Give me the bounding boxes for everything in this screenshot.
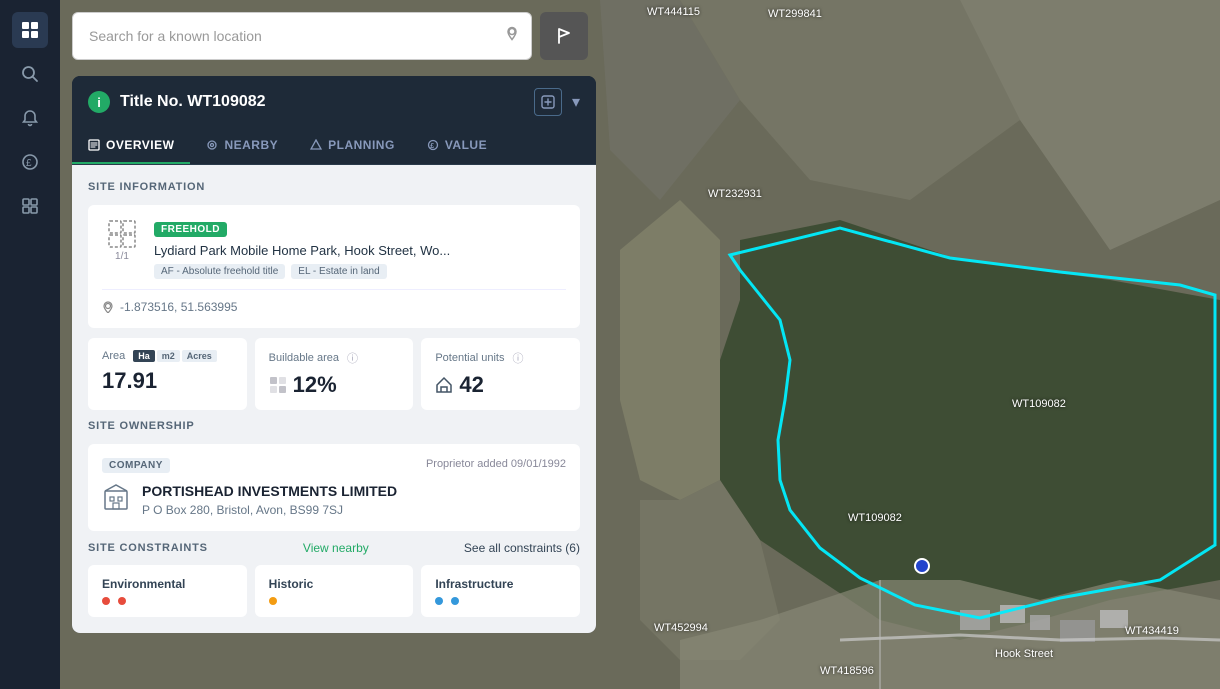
ownership-card: COMPANY Proprietor added 09/01/1992 PORT… (88, 444, 580, 531)
search-bar (72, 12, 588, 60)
unit-m2[interactable]: m2 (157, 350, 180, 362)
tab-value[interactable]: £ VALUE (411, 128, 503, 164)
potential-units-stat-card: Potential units ⓘ 42 (421, 338, 580, 410)
constraint-card-infrastructure: Infrastructure (421, 565, 580, 617)
search-input[interactable] (72, 12, 532, 60)
tab-planning[interactable]: PLANNING (294, 128, 411, 164)
see-all-constraints-link[interactable]: See all constraints (6) (464, 541, 580, 555)
location-pin-icon (504, 26, 520, 47)
value-tab-icon: £ (427, 139, 439, 151)
property-counter: 1/1 (115, 251, 129, 262)
buildable-label: Buildable area ⓘ (269, 350, 400, 366)
sidebar-item-pound[interactable]: £ (12, 144, 48, 180)
overview-tab-icon (88, 139, 100, 151)
tag-af: AF - Absolute freehold title (154, 264, 285, 279)
company-badge: COMPANY (102, 458, 170, 473)
sidebar-item-search[interactable] (12, 56, 48, 92)
unit-acres[interactable]: Acres (182, 350, 217, 362)
constraint-card-environmental: Environmental (88, 565, 247, 617)
buildable-pattern-icon (269, 376, 287, 394)
main-area: WT299841 WT232931 WT109082 WT109082 WT45… (60, 0, 1220, 689)
nearby-tab-icon (206, 139, 218, 151)
property-card-header: 1/1 FREEHOLD Lydiard Park Mobile Home Pa… (102, 219, 566, 279)
property-grid-icon (107, 219, 137, 249)
constraint-cards: Environmental Historic Infrastructure (88, 565, 580, 617)
company-building-icon (102, 483, 130, 511)
proprietor-date: Proprietor added 09/01/1992 (426, 458, 566, 470)
freehold-badge: FREEHOLD (154, 222, 227, 237)
unit-toggle: Ha m2 Acres (133, 350, 217, 362)
svg-text:£: £ (26, 158, 32, 169)
area-value: 17.91 (102, 368, 233, 394)
sidebar-item-bell[interactable] (12, 100, 48, 136)
tag-el: EL - Estate in land (291, 264, 386, 279)
view-nearby-link[interactable]: View nearby (303, 541, 369, 555)
site-ownership-title: SITE OWNERSHIP (88, 420, 580, 432)
ownership-header: COMPANY Proprietor added 09/01/1992 (102, 458, 566, 473)
panel-header: i Title No. WT109082 ▾ (72, 76, 596, 128)
buildable-value: 12% (269, 372, 400, 398)
sidebar-item-logo[interactable] (12, 12, 48, 48)
potential-units-label: Potential units ⓘ (435, 350, 566, 366)
ownership-body: PORTISHEAD INVESTMENTS LIMITED P O Box 2… (102, 483, 566, 517)
stats-row: Area Ha m2 Acres 17.91 Buildable area ⓘ (88, 338, 580, 410)
sidebar-item-grid[interactable] (12, 188, 48, 224)
house-icon (435, 376, 453, 394)
site-constraints-title: SITE CONSTRAINTS (88, 542, 208, 554)
panel-body: SITE INFORMATION 1/1 FREEHOLD (72, 165, 596, 633)
unit-ha[interactable]: Ha (133, 350, 155, 362)
owner-name: PORTISHEAD INVESTMENTS LIMITED (142, 483, 397, 499)
coord-pin-icon (102, 301, 114, 313)
property-address: Lydiard Park Mobile Home Park, Hook Stre… (154, 243, 566, 258)
owner-details: PORTISHEAD INVESTMENTS LIMITED P O Box 2… (142, 483, 397, 517)
panel-title: Title No. WT109082 (120, 93, 524, 111)
property-panel: i Title No. WT109082 ▾ OVERVIEW (72, 76, 596, 633)
coordinates-row: -1.873516, 51.563995 (102, 289, 566, 314)
planning-tab-icon (310, 139, 322, 151)
sidebar: £ (0, 0, 60, 689)
constraint-card-historic: Historic (255, 565, 414, 617)
buildable-area-stat-card: Buildable area ⓘ 12% (255, 338, 414, 410)
area-label: Area Ha m2 Acres (102, 350, 233, 362)
svg-text:£: £ (430, 143, 434, 150)
coordinates-value: -1.873516, 51.563995 (120, 300, 237, 314)
constraints-header: SITE CONSTRAINTS View nearby See all con… (88, 541, 580, 555)
flag-button[interactable] (540, 12, 588, 60)
tab-overview[interactable]: OVERVIEW (72, 128, 190, 164)
tab-nearby[interactable]: NEARBY (190, 128, 294, 164)
property-info: FREEHOLD Lydiard Park Mobile Home Park, … (154, 219, 566, 279)
search-input-wrapper (72, 12, 532, 60)
potential-units-value: 42 (435, 372, 566, 398)
constraint-environmental-title: Environmental (102, 577, 233, 591)
area-stat-card: Area Ha m2 Acres 17.91 (88, 338, 247, 410)
potential-units-info-icon[interactable]: ⓘ (512, 350, 523, 366)
property-card: 1/1 FREEHOLD Lydiard Park Mobile Home Pa… (88, 205, 580, 328)
panel-chevron-icon[interactable]: ▾ (572, 92, 580, 112)
info-icon: i (88, 91, 110, 113)
property-tags: AF - Absolute freehold title EL - Estate… (154, 264, 566, 279)
property-icon-box: 1/1 (102, 219, 142, 262)
owner-address: P O Box 280, Bristol, Avon, BS99 7SJ (142, 503, 397, 517)
site-information-title: SITE INFORMATION (88, 181, 580, 193)
panel-add-button[interactable] (534, 88, 562, 116)
panel-tabs: OVERVIEW NEARBY PLANNING £ (72, 128, 596, 165)
constraint-historic-title: Historic (269, 577, 400, 591)
buildable-info-icon[interactable]: ⓘ (347, 350, 358, 366)
constraint-infrastructure-title: Infrastructure (435, 577, 566, 591)
